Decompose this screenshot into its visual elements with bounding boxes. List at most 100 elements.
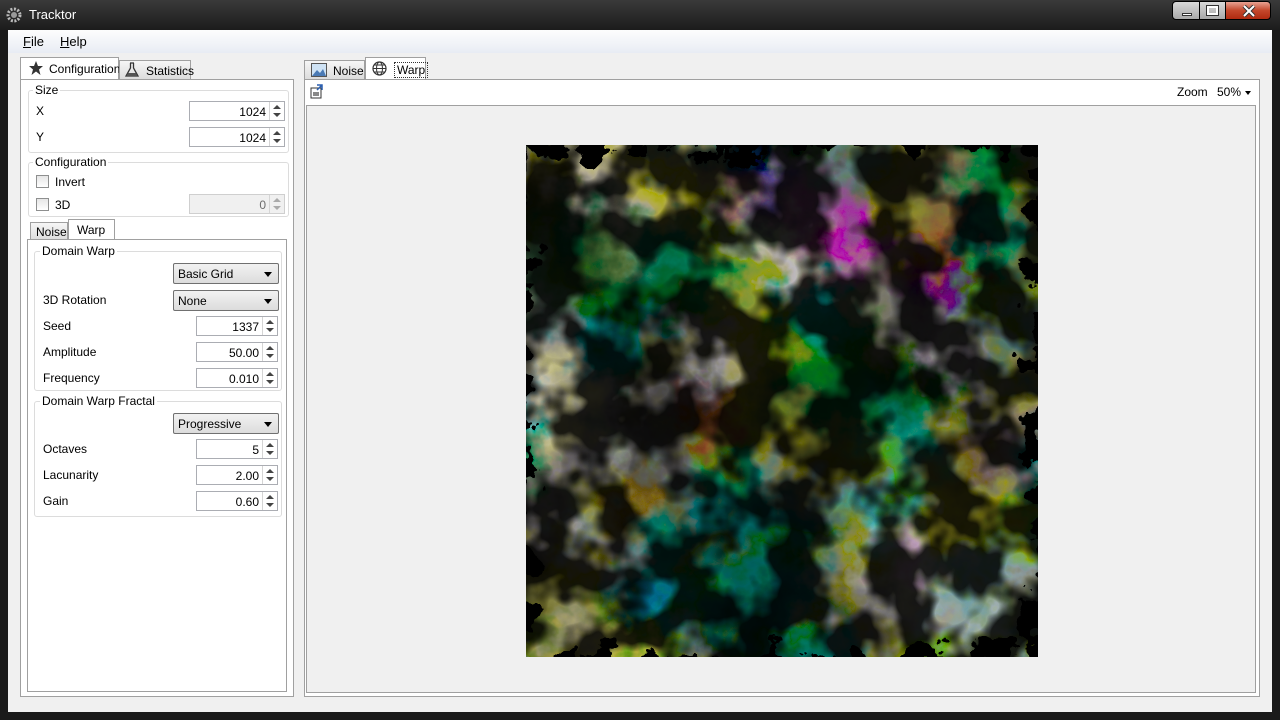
octaves-label: Octaves: [43, 442, 88, 456]
close-icon: [1242, 5, 1256, 17]
config-group-title: Configuration: [33, 155, 109, 169]
flask-icon: [125, 62, 139, 77]
image-icon: [311, 63, 327, 77]
spin-down-icon: [266, 451, 274, 455]
threed-label: 3D: [55, 198, 71, 212]
frequency-label: Frequency: [43, 371, 100, 385]
spin-up-icon: [266, 372, 274, 376]
dropdown-arrow-icon: [264, 272, 272, 277]
invert-checkbox[interactable]: [36, 175, 49, 188]
lacunarity-value: 2.00: [235, 469, 259, 483]
spin-up-icon: [273, 131, 281, 135]
size-x-input[interactable]: 1024: [189, 101, 285, 121]
maximize-button[interactable]: [1199, 1, 1226, 20]
spin-up-icon: [266, 443, 274, 447]
zoom-label: Zoom: [1177, 85, 1208, 99]
spin-down-icon: [273, 113, 281, 117]
gain-label: Gain: [43, 494, 69, 508]
chevron-down-icon: [1245, 91, 1251, 95]
seed-spinner[interactable]: [262, 317, 277, 335]
spin-down-icon: [273, 206, 281, 210]
size-x-spinner[interactable]: [269, 102, 284, 120]
zoom-dropdown[interactable]: 50%: [1217, 85, 1253, 99]
lacunarity-spinner[interactable]: [262, 466, 277, 484]
tab-configuration[interactable]: Configuration: [20, 57, 121, 80]
preview-tab-warp-label: Warp: [394, 62, 429, 78]
preview-tab-noise-label: Noise: [333, 64, 364, 78]
spin-down-icon: [266, 354, 274, 358]
amplitude-spinner[interactable]: [262, 343, 277, 361]
rotation-select[interactable]: None: [173, 290, 279, 311]
star-icon: [29, 61, 43, 75]
spin-up-icon: [266, 346, 274, 350]
octaves-value: 5: [252, 443, 259, 457]
rotation-value: None: [178, 294, 207, 308]
frequency-value: 0.010: [228, 372, 259, 386]
spin-down-icon: [273, 139, 281, 143]
close-button[interactable]: [1225, 1, 1271, 20]
subtab-noise[interactable]: Noise: [30, 222, 68, 240]
amplitude-input[interactable]: 50.00: [196, 342, 278, 362]
seed-label: Seed: [43, 319, 72, 333]
domain-warp-type-value: Basic Grid: [178, 267, 234, 281]
domain-warp-fractal-title: Domain Warp Fractal: [40, 394, 157, 408]
size-x-label: X: [36, 104, 45, 118]
gain-spinner[interactable]: [262, 492, 277, 510]
amplitude-label: Amplitude: [43, 345, 97, 359]
menu-file[interactable]: File: [23, 34, 44, 49]
spin-down-icon: [266, 477, 274, 481]
fractal-type-value: Progressive: [178, 417, 242, 431]
size-y-input[interactable]: 1024: [189, 127, 285, 147]
frequency-input[interactable]: 0.010: [196, 368, 278, 388]
spin-up-icon: [273, 105, 281, 109]
domain-warp-title: Domain Warp: [40, 244, 117, 258]
frequency-spinner[interactable]: [262, 369, 277, 387]
threed-input: 0: [189, 194, 285, 214]
maximize-icon: [1206, 5, 1219, 16]
dropdown-arrow-icon: [264, 422, 272, 427]
seed-value: 1337: [232, 320, 259, 334]
subtab-noise-label: Noise: [36, 225, 67, 239]
size-x-value: 1024: [239, 105, 266, 119]
tab-configuration-label: Configuration: [49, 62, 121, 76]
threed-value: 0: [259, 198, 266, 212]
tab-statistics-label: Statistics: [146, 64, 195, 78]
domain-warp-type-select[interactable]: Basic Grid: [173, 263, 279, 284]
lacunarity-label: Lacunarity: [43, 468, 99, 482]
save-image-icon[interactable]: [310, 84, 324, 102]
fractal-type-select[interactable]: Progressive: [173, 413, 279, 434]
zoom-value: 50%: [1217, 85, 1242, 99]
threed-checkbox[interactable]: [36, 198, 49, 211]
gain-value: 0.60: [235, 495, 259, 509]
invert-label: Invert: [55, 175, 86, 189]
size-y-label: Y: [36, 130, 45, 144]
title-bar[interactable]: [0, 0, 1280, 30]
menu-bar: [8, 30, 1272, 53]
size-y-value: 1024: [239, 131, 266, 145]
rotation-label: 3D Rotation: [43, 293, 107, 307]
size-y-spinner[interactable]: [269, 128, 284, 146]
seed-input[interactable]: 1337: [196, 316, 278, 336]
octaves-spinner[interactable]: [262, 440, 277, 458]
gain-input[interactable]: 0.60: [196, 491, 278, 511]
octaves-input[interactable]: 5: [196, 439, 278, 459]
minimize-button[interactable]: [1172, 1, 1200, 20]
app-gear-icon: [6, 7, 22, 23]
minimize-icon: [1182, 13, 1192, 16]
menu-help[interactable]: Help: [60, 34, 87, 49]
preview-tab-noise[interactable]: Noise: [304, 60, 365, 79]
spin-down-icon: [266, 328, 274, 332]
amplitude-value: 50.00: [228, 346, 259, 360]
dropdown-arrow-icon: [264, 299, 272, 304]
spin-up-icon: [273, 198, 281, 202]
preview-tab-warp[interactable]: Warp: [365, 57, 429, 80]
window-title: Tracktor: [29, 7, 77, 22]
threed-spinner: [269, 195, 284, 213]
spin-down-icon: [266, 380, 274, 384]
spin-down-icon: [266, 503, 274, 507]
tab-statistics[interactable]: Statistics: [119, 60, 195, 79]
warp-noise-image: [526, 145, 1038, 657]
subtab-warp[interactable]: Warp: [68, 219, 115, 240]
size-group-title: Size: [33, 83, 61, 97]
lacunarity-input[interactable]: 2.00: [196, 465, 278, 485]
